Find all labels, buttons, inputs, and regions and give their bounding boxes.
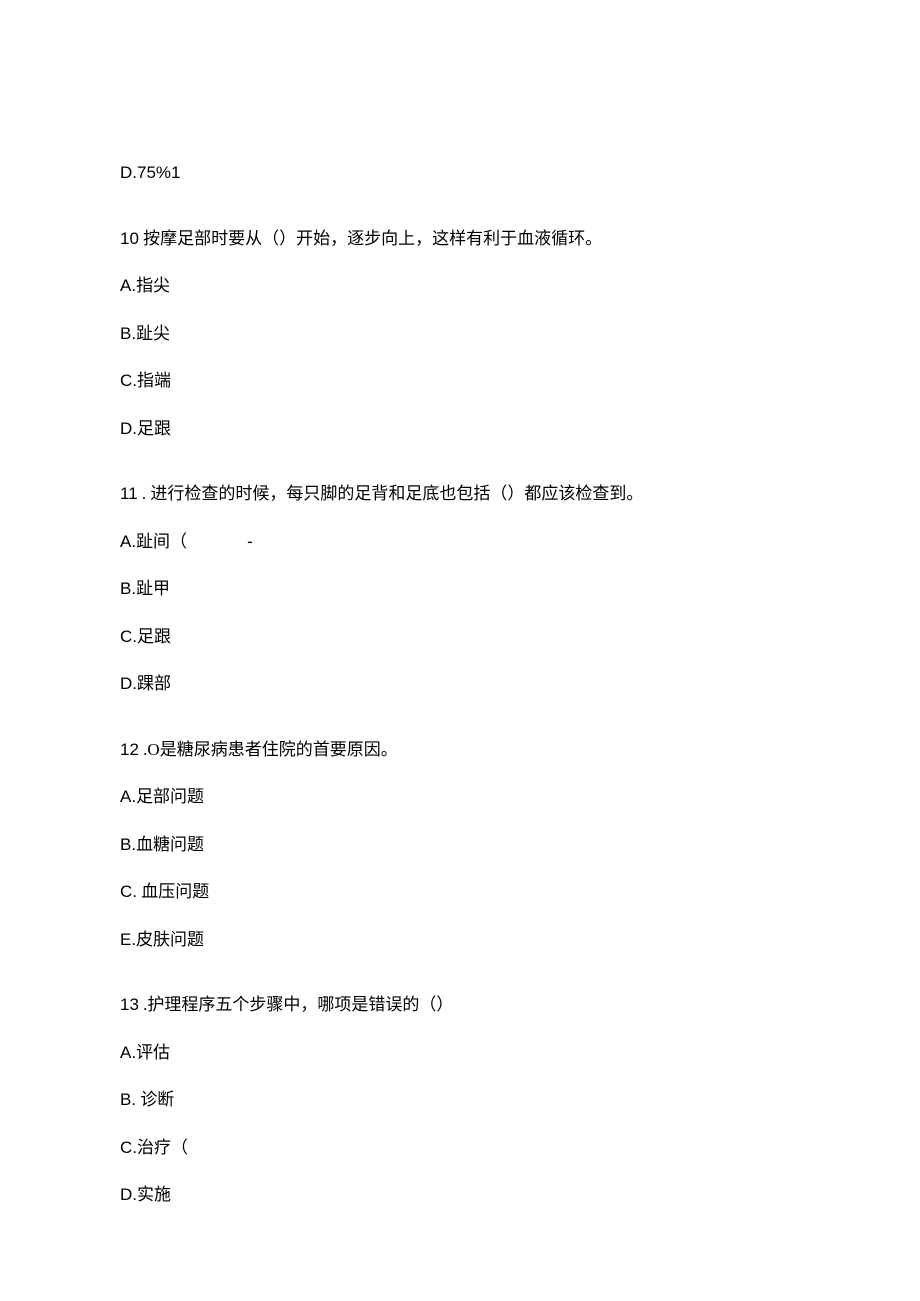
- q11-option-c: C.足跟: [120, 624, 800, 650]
- q12-option-b-label: B.: [120, 835, 136, 854]
- q12-option-a-text: 足部问题: [136, 787, 204, 806]
- q10-option-a: A.指尖: [120, 273, 800, 299]
- document-page: D.75%1 10 按摩足部时要从（）开始，逐步向上，这样有利于血液循环。 A.…: [0, 0, 920, 1290]
- q12-option-e-text: 皮肤问题: [136, 930, 204, 949]
- q13-option-c: C.治疗（: [120, 1135, 800, 1161]
- q11-text: . 进行检查的时候，每只脚的足背和足底也包括（）都应该检查到。: [138, 484, 644, 503]
- q12-stem: 12 .O是糖尿病患者住院的首要原因。: [120, 737, 800, 763]
- q11-option-b-label: B.: [120, 579, 136, 598]
- q10-option-a-label: A.: [120, 276, 136, 295]
- q10-number: 10: [120, 229, 139, 248]
- q12-option-a-label: A.: [120, 787, 136, 806]
- q13-option-c-label: C.: [120, 1138, 137, 1157]
- q12-option-a: A.足部问题: [120, 784, 800, 810]
- q11-option-a-extra: -: [247, 532, 253, 551]
- q11-option-d: D.踝部: [120, 671, 800, 697]
- q13-option-d: D.实施: [120, 1182, 800, 1208]
- q10-option-b-label: B.: [120, 324, 136, 343]
- q13-option-a-label: A.: [120, 1043, 136, 1062]
- q13-option-d-text: 实施: [137, 1185, 171, 1204]
- q13-option-a-text: 评估: [136, 1043, 170, 1062]
- q10-option-c: C.指端: [120, 368, 800, 394]
- q12-option-c-label: C.: [120, 882, 137, 901]
- q13-option-b-text: 诊断: [136, 1090, 174, 1109]
- q13-option-a: A.评估: [120, 1040, 800, 1066]
- q11-number: 11: [120, 484, 138, 503]
- q12-option-c-text: 血压问题: [137, 882, 209, 901]
- q11-option-a-text: 趾间（: [136, 532, 187, 551]
- q12-number: 12: [120, 740, 139, 759]
- q11-option-b: B.趾甲: [120, 576, 800, 602]
- q10-option-c-label: C.: [120, 371, 137, 390]
- q11-option-c-label: C.: [120, 627, 137, 646]
- q13-number: 13: [120, 995, 139, 1014]
- q11-stem: 11 . 进行检查的时候，每只脚的足背和足底也包括（）都应该检查到。: [120, 481, 800, 507]
- q11-option-a-label: A.: [120, 532, 136, 551]
- q9-option-d-text: D.75%1: [120, 163, 180, 182]
- q13-option-c-text: 治疗（: [137, 1138, 188, 1157]
- q10-option-b: B.趾尖: [120, 321, 800, 347]
- q12-option-b: B.血糖问题: [120, 832, 800, 858]
- q13-text: .护理程序五个步骤中，哪项是错误的（）: [139, 995, 454, 1014]
- q12-option-c: C. 血压问题: [120, 879, 800, 905]
- q12-text: .O是糖尿病患者住院的首要原因。: [139, 740, 398, 759]
- q12-option-e: E.皮肤问题: [120, 927, 800, 953]
- q11-option-d-label: D.: [120, 674, 137, 693]
- q12-option-b-text: 血糖问题: [136, 835, 204, 854]
- q10-text: 按摩足部时要从（）开始，逐步向上，这样有利于血液循环。: [139, 229, 602, 248]
- q10-option-b-text: 趾尖: [136, 324, 170, 343]
- q10-option-c-text: 指端: [137, 371, 171, 390]
- q10-option-d-label: D.: [120, 419, 137, 438]
- q10-stem: 10 按摩足部时要从（）开始，逐步向上，这样有利于血液循环。: [120, 226, 800, 252]
- q10-option-a-text: 指尖: [136, 276, 170, 295]
- q11-option-c-text: 足跟: [137, 627, 171, 646]
- q11-option-d-text: 踝部: [137, 674, 171, 693]
- q11-option-b-text: 趾甲: [136, 579, 170, 598]
- q9-option-d: D.75%1: [120, 160, 800, 186]
- q10-option-d-text: 足跟: [137, 419, 171, 438]
- q11-option-a: A.趾间（ -: [120, 529, 800, 555]
- q10-option-d: D.足跟: [120, 416, 800, 442]
- q13-option-b-label: B.: [120, 1090, 136, 1109]
- q13-stem: 13 .护理程序五个步骤中，哪项是错误的（）: [120, 992, 800, 1018]
- q13-option-b: B. 诊断: [120, 1087, 800, 1113]
- q13-option-d-label: D.: [120, 1185, 137, 1204]
- q12-option-e-label: E.: [120, 930, 136, 949]
